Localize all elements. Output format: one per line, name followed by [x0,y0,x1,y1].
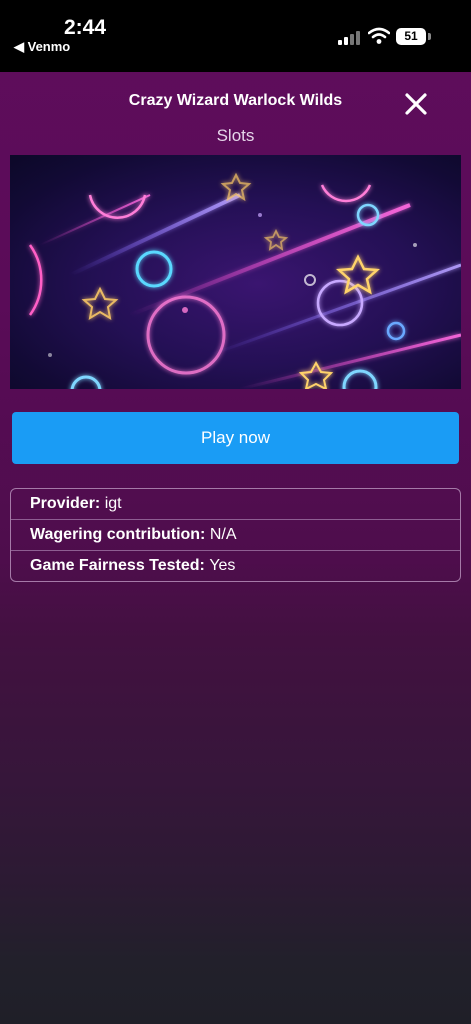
clock: 2:44 [64,16,107,39]
info-label: Game Fairness Tested: [30,557,210,574]
info-row-fairness: Game Fairness Tested: Yes [11,551,460,581]
game-title: Crazy Wizard Warlock Wilds [128,92,343,109]
info-row-provider: Provider: igt [11,489,460,520]
signal-icon [338,29,362,45]
banner-artwork [28,172,461,389]
battery-tip [428,33,431,40]
info-row-wagering: Wagering contribution: N/A [11,520,460,551]
battery-icon: 51 [396,28,426,45]
game-banner-image [10,155,461,389]
back-to-app-link[interactable]: ◀ Venmo [14,39,70,55]
wifi-icon [368,27,390,44]
info-value: igt [104,495,122,512]
close-icon [405,93,427,115]
game-category: Slots [216,126,255,145]
status-bar: 2:44 ◀ Venmo 51 [0,0,471,72]
game-info-table: Provider: igt Wagering contribution: N/A… [10,488,461,582]
info-value: Yes [209,557,236,574]
close-button[interactable] [402,90,430,118]
info-value: N/A [209,526,237,543]
info-label: Provider: [30,495,105,512]
info-label: Wagering contribution: [30,526,210,543]
play-now-button[interactable]: Play now [12,412,459,464]
